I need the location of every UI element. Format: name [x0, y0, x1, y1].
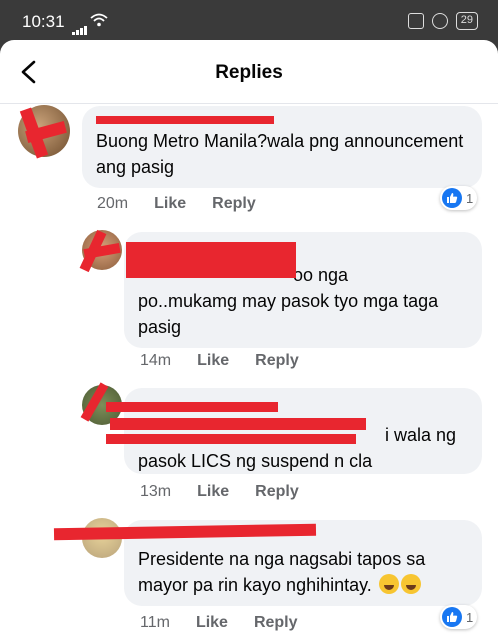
reaction-count[interactable]: 1 [440, 186, 478, 210]
comment-actions: 11m Like Reply [140, 614, 298, 632]
battery-icon: 29 [455, 12, 478, 30]
like-button[interactable]: Like [154, 195, 186, 213]
reply-button[interactable]: Reply [255, 483, 299, 501]
status-right: 29 [407, 12, 478, 30]
comment-actions: 14m Like Reply [140, 352, 299, 370]
comment-bubble: i wala ng pasok LICS ng suspend n cla [124, 388, 482, 474]
comment-time: 14m [140, 352, 172, 369]
page-title: Replies [215, 62, 283, 83]
comment-text: mayor pa rin kayo nghihintay. [138, 575, 372, 595]
reaction-number: 1 [466, 609, 474, 625]
signal-icon [72, 17, 88, 35]
wifi-icon [90, 13, 108, 32]
comment-text: Presidente na nga nagsabi tapos sa [138, 549, 426, 569]
thumbs-up-icon [442, 607, 462, 627]
redaction-mark [126, 242, 296, 278]
comment-actions: 20m Like Reply [97, 195, 256, 213]
like-button[interactable]: Like [196, 614, 228, 632]
comment-text: pasok LICS ng suspend n cla [138, 451, 373, 471]
reply-button[interactable]: Reply [254, 614, 298, 632]
comment-actions: 13m Like Reply [140, 483, 299, 501]
laughing-emoji-icon [378, 574, 399, 594]
redaction-mark [96, 116, 274, 124]
reaction-number: 1 [466, 190, 474, 206]
like-button[interactable]: Like [197, 483, 229, 501]
alarm-icon [431, 13, 448, 29]
comment-time: 13m [140, 483, 172, 500]
replies-sheet: Replies Buong Metro Manila?wala png anno… [0, 40, 498, 640]
reply-button[interactable]: Reply [212, 195, 256, 213]
reply-button[interactable]: Reply [255, 352, 299, 370]
status-bar: 10:31 29 [0, 0, 498, 40]
redaction-mark [110, 418, 366, 430]
redaction-mark [106, 402, 278, 412]
comment-time: 11m [140, 614, 170, 631]
laughing-emoji-icon [400, 574, 421, 594]
reaction-count[interactable]: 1 [440, 605, 478, 629]
comment-text: Buong Metro Manila?wala png announcement… [96, 131, 464, 177]
header: Replies [0, 40, 498, 104]
comment-text: po..mukamg may pasok tyo mga taga pasig [138, 291, 439, 337]
status-time: 10:31 [22, 12, 65, 31]
redaction-mark [106, 434, 356, 444]
comment-text-line2: mayor pa rin kayo nghihintay. [138, 572, 468, 598]
vibrate-icon [407, 13, 424, 29]
comment-time: 20m [97, 195, 129, 212]
thumbs-up-icon [442, 188, 462, 208]
like-button[interactable]: Like [197, 352, 229, 370]
